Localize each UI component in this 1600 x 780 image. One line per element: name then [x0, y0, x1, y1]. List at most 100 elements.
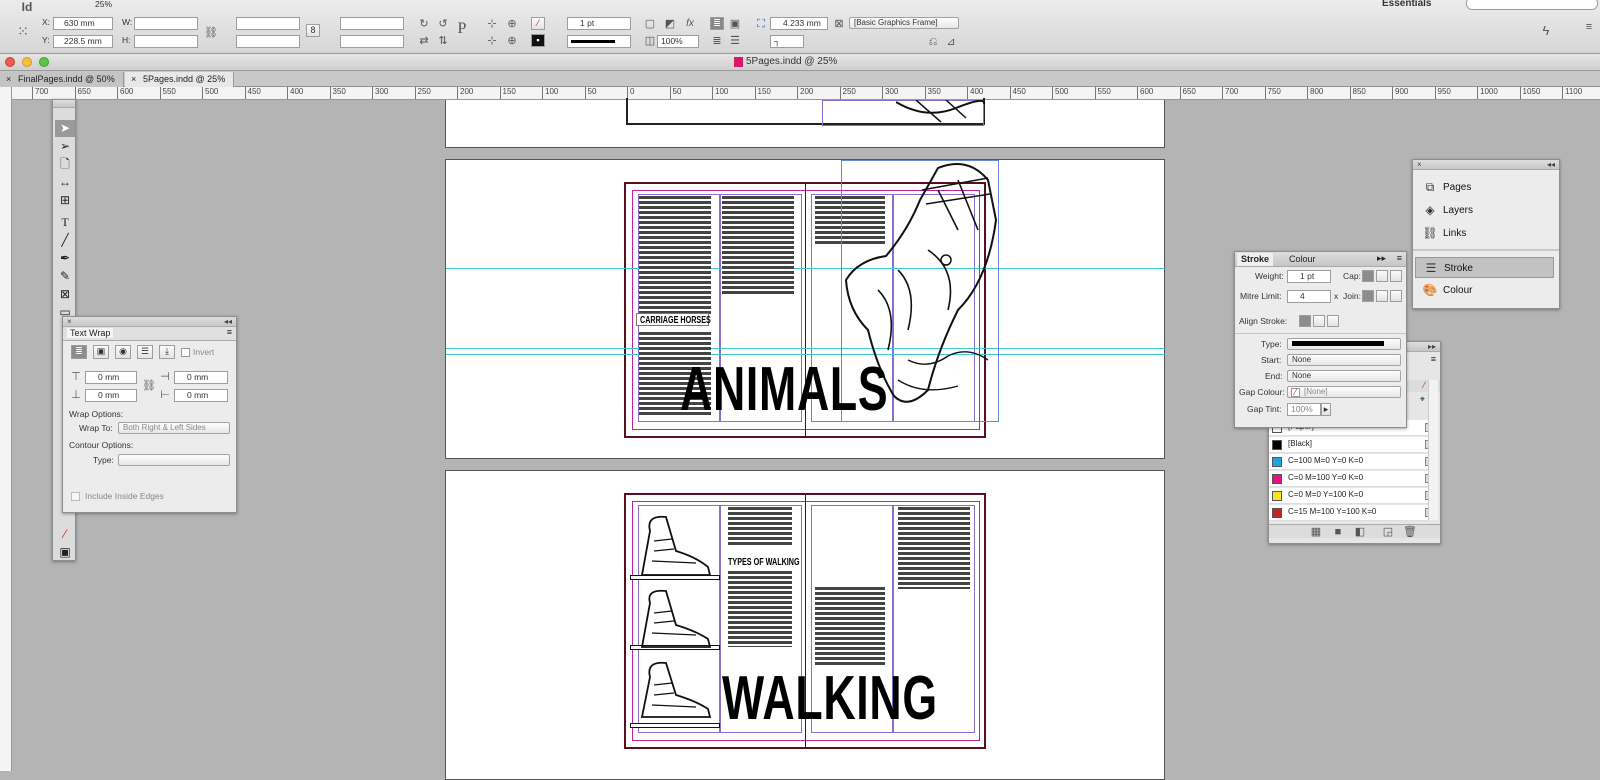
select-container-icon[interactable]: ⊹ [485, 17, 499, 31]
style-options-icon[interactable]: ⊿ [944, 35, 958, 49]
object-style-dropdown[interactable]: [Basic Graphics Frame] [849, 17, 959, 29]
heading-animals[interactable]: ANIMALS [680, 359, 888, 421]
fill-none-swatch[interactable]: ⁄ [531, 17, 545, 30]
align-inside-button[interactable] [1313, 315, 1325, 327]
swatch-row[interactable]: C=0 M=0 Y=100 K=0 [1269, 488, 1429, 504]
collapse-panel-icon[interactable]: ▸▸ [1428, 342, 1436, 351]
tab-5pages[interactable]: × 5Pages.indd @ 25% [125, 72, 235, 87]
width-field[interactable] [134, 17, 198, 30]
constrain-scale-button[interactable]: 8 [306, 24, 320, 37]
shelf-line[interactable] [630, 723, 720, 728]
gap-tool-icon[interactable]: ↔ [55, 174, 75, 191]
square-cap-button[interactable] [1390, 270, 1402, 282]
effects-fx-icon[interactable]: fx [683, 17, 697, 31]
fill-none-icon[interactable]: ⁄ [1423, 380, 1425, 390]
corner-size-field[interactable]: 4.233 mm [770, 17, 828, 30]
rotate-ccw-icon[interactable]: ↺ [436, 17, 450, 31]
scale-y-field[interactable] [236, 35, 300, 48]
reference-point-icon[interactable]: ⁙ [16, 24, 30, 38]
end-select[interactable]: None [1287, 370, 1401, 382]
butt-cap-button[interactable] [1362, 270, 1374, 282]
gap-tint-field[interactable]: 100% [1287, 403, 1321, 416]
select-next-icon[interactable]: ⊕ [505, 34, 519, 48]
scale-x-field[interactable] [236, 17, 300, 30]
bottom-offset-field[interactable]: 0 mm [85, 389, 137, 402]
right-offset-field[interactable]: 0 mm [174, 389, 228, 402]
paragraph-icon[interactable]: P [455, 21, 469, 37]
wrap-jump-icon[interactable]: ≣ [710, 34, 724, 48]
page-spread-previous[interactable] [445, 98, 1165, 148]
swatch-row[interactable]: [Black] [1269, 437, 1429, 453]
include-inside-edges-checkbox[interactable] [71, 492, 80, 501]
swatches-scrollbar[interactable] [1428, 380, 1438, 520]
fill-stroke-icon[interactable]: ⁄ [55, 526, 75, 543]
type-tool-icon[interactable]: T [55, 214, 75, 231]
align-center-button[interactable] [1299, 315, 1311, 327]
select-content-icon[interactable]: ⊕ [505, 17, 519, 31]
panel-menu-icon[interactable]: ≡ [1397, 253, 1402, 263]
illustration-fragment[interactable] [896, 100, 986, 126]
pages-panel-button[interactable]: ⧉ Pages [1415, 177, 1554, 198]
body-text-frame[interactable] [639, 196, 711, 314]
pencil-tool-icon[interactable]: ✎ [55, 268, 75, 285]
text-wrap-tab[interactable]: Text Wrap [67, 328, 114, 338]
select-prev-icon[interactable]: ⊹ [485, 34, 499, 48]
body-text-frame[interactable] [728, 571, 792, 647]
wrap-object-shape-button[interactable]: ◉ [115, 345, 131, 359]
new-swatch-icon[interactable]: ◲ [1381, 525, 1395, 539]
swatch-row[interactable]: C=0 M=100 Y=0 K=0 [1269, 471, 1429, 487]
zoom-window-button[interactable] [39, 57, 49, 67]
text-wrap-panel-header[interactable]: × ◂◂ [63, 317, 236, 327]
frame-fitting-icon[interactable]: ⛶ [754, 17, 768, 31]
close-tab-icon[interactable]: × [131, 72, 136, 86]
clear-overrides-icon[interactable]: ⎌ [926, 35, 940, 49]
drop-shadow-icon[interactable]: ▢ [643, 17, 657, 31]
wrap-none-icon[interactable]: ▣ [728, 17, 742, 31]
panel-menu-icon[interactable]: ≡ [227, 327, 232, 337]
guide-horizontal[interactable] [446, 268, 1166, 269]
wrap-next-col-icon[interactable]: ☰ [728, 34, 742, 48]
swatch-row[interactable]: C=100 M=0 Y=0 K=0 [1269, 454, 1429, 470]
start-select[interactable]: None [1287, 354, 1401, 366]
page-spread-animals[interactable]: CARRIAGE HORSES ANIMALS [445, 159, 1166, 459]
show-all-swatches-icon[interactable]: ▦ [1309, 525, 1323, 539]
x-position-field[interactable]: 630 mm [53, 17, 113, 30]
swatch-row[interactable]: C=15 M=100 Y=100 K=0 [1269, 505, 1429, 521]
rotate-cw-icon[interactable]: ↻ [417, 17, 431, 31]
weight-field[interactable]: 1 pt [1287, 270, 1331, 283]
show-colour-swatches-icon[interactable]: ■ [1331, 525, 1345, 539]
round-join-button[interactable] [1376, 290, 1388, 302]
top-offset-field[interactable]: 0 mm [85, 371, 137, 384]
show-gradient-swatches-icon[interactable]: ◧ [1353, 525, 1367, 539]
jump-next-column-button[interactable]: ⤓ [159, 345, 175, 359]
wrap-bbox-button[interactable]: ≣ [710, 17, 724, 30]
line-tool-icon[interactable]: ╱ [55, 232, 75, 249]
zoom-level[interactable]: 25% [95, 0, 112, 10]
guide-horizontal[interactable] [446, 348, 1166, 349]
body-text-frame[interactable] [815, 587, 885, 667]
tools-panel-header[interactable] [53, 100, 75, 108]
stroke-type-dropdown[interactable] [567, 35, 631, 48]
panel-menu-icon[interactable]: ≡ [1582, 20, 1596, 34]
rotation-field[interactable] [340, 17, 404, 30]
colour-panel-button[interactable]: 🎨 Colour [1415, 280, 1554, 301]
wrap-none-button[interactable]: ≣ [71, 345, 87, 359]
corner-shape-dropdown[interactable]: ┐ [770, 35, 804, 48]
wrap-bounding-box-button[interactable]: ▣ [93, 345, 109, 359]
jump-object-button[interactable]: ☰ [137, 345, 153, 359]
wrap-to-dropdown[interactable]: Both Right & Left Sides [118, 422, 230, 434]
lightning-icon[interactable]: ϟ [1539, 24, 1553, 38]
target-icon[interactable]: ⌖ [1420, 394, 1425, 405]
bevel-join-button[interactable] [1390, 290, 1402, 302]
y-position-field[interactable]: 228.5 mm [53, 35, 113, 48]
body-text-frame[interactable] [898, 507, 970, 589]
gap-tint-arrow[interactable]: ▸ [1321, 403, 1331, 416]
screen-mode-icon[interactable]: ▣ [55, 544, 75, 561]
layers-panel-button[interactable]: ◈ Layers [1415, 200, 1554, 221]
boots-illustration[interactable] [636, 511, 716, 721]
left-offset-field[interactable]: 0 mm [174, 371, 228, 384]
stroke-black-swatch[interactable]: ▪ [531, 34, 545, 47]
subhead-frame[interactable]: CARRIAGE HORSES [636, 313, 711, 326]
swatches-list[interactable]: [Paper][Black]C=100 M=0 Y=0 K=0C=0 M=100… [1269, 420, 1429, 524]
body-text-frame[interactable] [722, 196, 794, 294]
